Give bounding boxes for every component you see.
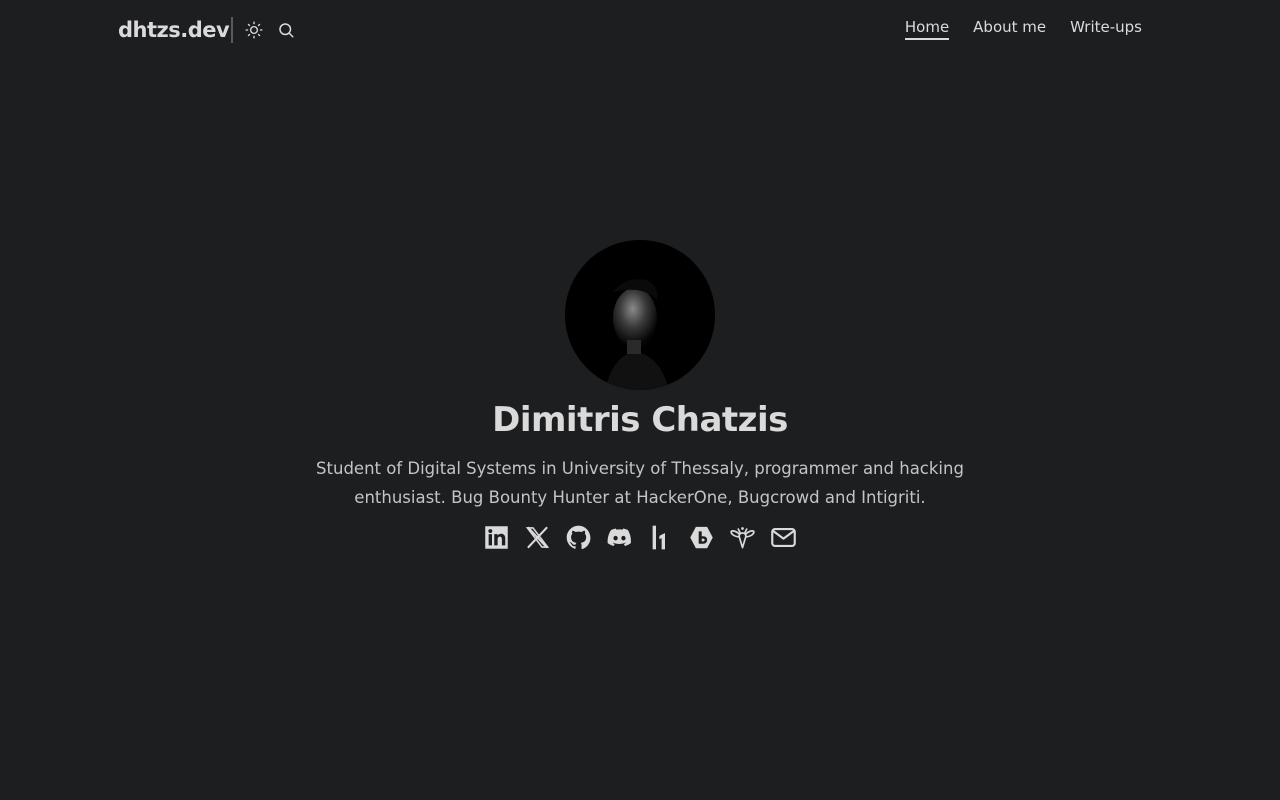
search-button[interactable] (275, 19, 297, 41)
profile-name: Dimitris Chatzis (492, 400, 788, 440)
logo-separator (231, 17, 234, 43)
hackerone-link[interactable] (647, 524, 674, 551)
nav-writeups-link[interactable]: Write-ups (1070, 18, 1142, 40)
main-nav: Home About me Write-ups (904, 18, 1142, 40)
intigriti-icon (730, 527, 755, 549)
github-icon (566, 525, 591, 550)
theme-toggle-button[interactable] (243, 19, 265, 41)
site-logo-link[interactable]: dhtzs.dev (118, 18, 230, 42)
nav-home-link[interactable]: Home (904, 18, 950, 40)
hackerone-icon (652, 525, 665, 550)
profile-section: Dimitris Chatzis Student of Digital Syst… (0, 240, 1280, 551)
social-icons (0, 524, 1280, 551)
avatar-photo (565, 240, 715, 390)
x-link[interactable] (524, 524, 551, 551)
nav-about-link[interactable]: About me (973, 18, 1046, 40)
github-link[interactable] (565, 524, 592, 551)
search-icon (279, 23, 294, 38)
email-link[interactable] (770, 524, 797, 551)
avatar (565, 240, 715, 390)
site-header: dhtzs.dev Home About me Write-ups (0, 0, 1280, 60)
profile-bio: Student of Digital Systems in University… (316, 459, 964, 507)
discord-icon (607, 528, 631, 547)
discord-link[interactable] (606, 524, 633, 551)
x-icon (525, 526, 550, 549)
linkedin-icon (485, 526, 508, 549)
bugcrowd-link[interactable] (688, 524, 715, 551)
linkedin-link[interactable] (483, 524, 510, 551)
intigriti-link[interactable] (729, 524, 756, 551)
sun-icon (245, 21, 263, 39)
logo-area: dhtzs.dev (118, 14, 307, 46)
bugcrowd-icon (690, 526, 713, 549)
email-icon (771, 527, 796, 548)
